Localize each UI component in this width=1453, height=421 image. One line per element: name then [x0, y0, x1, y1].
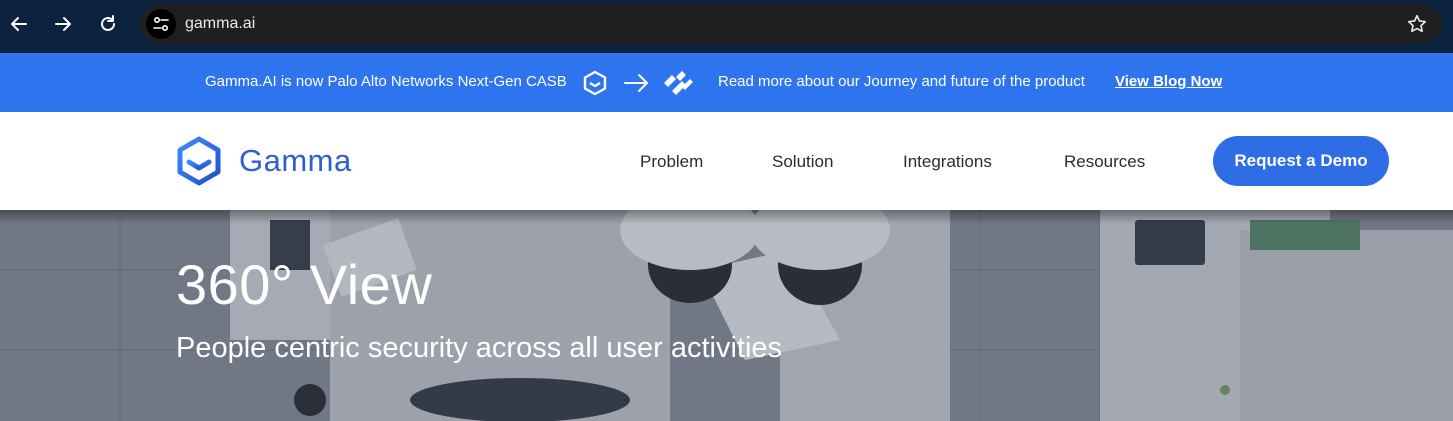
url-text[interactable]: gamma.ai: [185, 15, 255, 33]
gamma-logo-icon[interactable]: [176, 136, 222, 186]
announcement-banner: Gamma.AI is now Palo Alto Networks Next-…: [0, 53, 1453, 112]
hero-subtitle: People centric security across all user …: [176, 332, 783, 364]
hero-section: 360° View People centric security across…: [0, 210, 1453, 421]
arrow-right-icon: [624, 74, 648, 92]
banner-text: Gamma.AI is now Palo Alto Networks Next-…: [205, 73, 567, 90]
site-info-button[interactable]: [146, 9, 176, 39]
nav-problem[interactable]: Problem: [640, 152, 703, 172]
site-header: Gamma Problem Solution Integrations Reso…: [0, 112, 1453, 210]
hero-top-shadow: [0, 210, 1453, 224]
back-button[interactable]: [3, 8, 35, 40]
nav-integrations[interactable]: Integrations: [903, 152, 992, 172]
nav-resources[interactable]: Resources: [1064, 152, 1145, 172]
gamma-logo-icon: [583, 70, 607, 96]
banner-subtext: Read more about our Journey and future o…: [718, 73, 1085, 90]
request-demo-button[interactable]: Request a Demo: [1213, 136, 1389, 186]
bookmark-star-icon[interactable]: [1406, 13, 1428, 35]
browser-toolbar: gamma.ai: [0, 0, 1453, 53]
reload-icon: [101, 15, 115, 31]
address-bar[interactable]: gamma.ai: [140, 4, 1442, 44]
forward-arrow-icon: [55, 17, 71, 31]
hero-title: 360° View: [176, 253, 433, 316]
site-info-icon: [153, 16, 169, 32]
palo-alto-logo-icon: [664, 71, 693, 95]
nav-solution[interactable]: Solution: [772, 152, 833, 172]
reload-button[interactable]: [92, 8, 124, 40]
logo-text[interactable]: Gamma: [239, 143, 352, 179]
back-arrow-icon: [11, 17, 27, 31]
forward-button[interactable]: [47, 8, 79, 40]
view-blog-link[interactable]: View Blog Now: [1115, 73, 1222, 90]
